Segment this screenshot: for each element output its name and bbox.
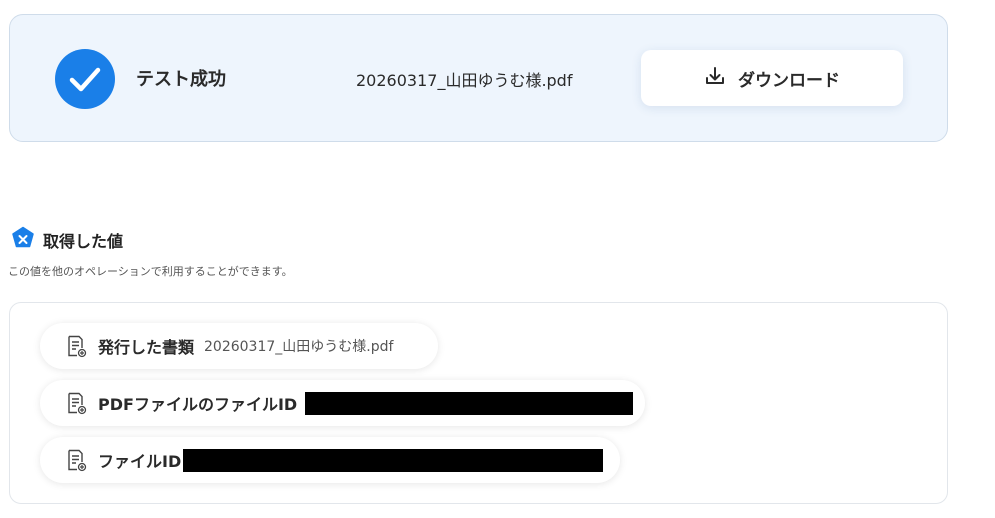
document-icon [64, 334, 88, 358]
value-chip-label: ファイルID [98, 452, 182, 471]
test-result-card: テスト成功 20260317_山田ゆうむ様.pdf ダウンロード [9, 14, 948, 142]
download-button-label: ダウンロード [738, 70, 840, 91]
download-button[interactable]: ダウンロード [641, 50, 903, 106]
redacted-value [305, 391, 634, 415]
value-chip-pdf-file-id[interactable]: PDFファイルのファイルID [40, 380, 645, 426]
variable-badge-icon [11, 226, 35, 254]
value-chip-label: 発行した書類 [98, 338, 195, 357]
values-section-description: この値を他のオペレーションで利用することができます。 [8, 265, 293, 278]
value-chip-value: 20260317_山田ゆうむ様.pdf [204, 339, 394, 355]
test-status-text: テスト成功 [136, 69, 226, 90]
check-icon [55, 49, 115, 109]
download-icon [704, 65, 726, 91]
result-file-name: 20260317_山田ゆうむ様.pdf [356, 71, 573, 90]
document-icon [64, 448, 88, 472]
values-section-title: 取得した値 [43, 232, 124, 251]
value-chip-label: PDFファイルのファイルID [98, 395, 298, 414]
document-icon [64, 391, 88, 415]
value-chip-issued-document[interactable]: 発行した書類 20260317_山田ゆうむ様.pdf [40, 323, 438, 369]
redacted-value [183, 448, 604, 472]
value-chip-file-id[interactable]: ファイルID [40, 437, 620, 483]
values-section-header: 取得した値 [11, 226, 123, 254]
